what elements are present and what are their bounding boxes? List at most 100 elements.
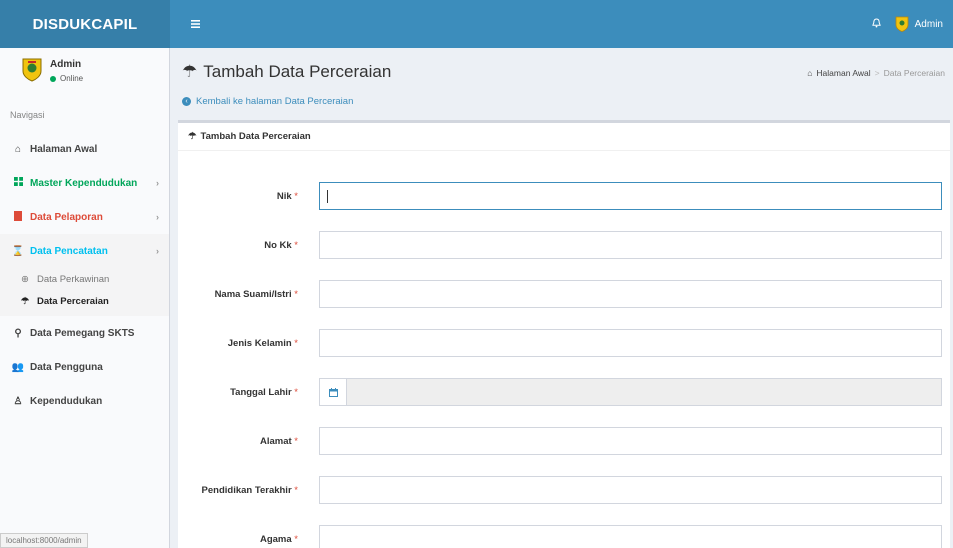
umbrella-icon: ☂ [20, 295, 30, 307]
logo-text: DISDUKCAPIL [32, 15, 138, 33]
sidebar-item-label: Data Pemegang SKTS [30, 327, 135, 339]
sidebar-item-label: Data Pencatatan [30, 245, 108, 257]
app-logo[interactable]: DISDUKCAPIL [0, 0, 170, 48]
field-label-text: Agama [259, 533, 292, 545]
hamburger-icon [190, 20, 200, 28]
hourglass-icon: ⌛ [11, 245, 25, 257]
chevron-right-icon: › [156, 212, 159, 222]
sidebar-item-label: Kependudukan [30, 395, 103, 407]
nama-suami-istri-input[interactable] [319, 280, 942, 308]
required-mark: * [294, 239, 298, 251]
field-label: Alamat * [178, 436, 308, 447]
circle-plus-icon: ⊕ [21, 273, 29, 285]
sidebar: Admin Online Navigasi ⌂ Halaman Awal Mas… [0, 48, 170, 548]
sidebar-item-label: Data Pelaporan [30, 211, 103, 223]
form-row-agama: Agama * [178, 524, 950, 548]
breadcrumb-home-link[interactable]: Halaman Awal [816, 68, 870, 78]
pendidikan-terakhir-input[interactable] [319, 476, 942, 504]
user-avatar-emblem-icon [895, 16, 909, 32]
sidebar-subitem-label: Data Perkawinan [37, 273, 110, 285]
page-title-text: Tambah Data Perceraian [203, 62, 392, 81]
field-label: Jenis Kelamin * [178, 338, 308, 349]
field-label-text: Nik [276, 190, 292, 202]
required-mark: * [294, 386, 298, 398]
field-label-text: Nama Suami/Istri [214, 288, 292, 300]
field-label: Pendidikan Terakhir * [178, 485, 308, 496]
breadcrumb-separator: > [874, 68, 880, 78]
breadcrumb-current: Data Perceraian [883, 68, 945, 78]
form-box-title: Tambah Data Perceraian [200, 131, 311, 142]
form-row-tanggal-lahir: Tanggal Lahir * [178, 377, 950, 407]
sidebar-item-halaman-awal[interactable]: ⌂ Halaman Awal [0, 132, 169, 166]
field-label: Tanggal Lahir * [178, 387, 308, 398]
form-box: ☂ Tambah Data Perceraian Nik * No Kk * N… [178, 120, 950, 548]
back-link-text: Kembali ke halaman Data Perceraian [196, 96, 354, 107]
required-mark: * [294, 533, 298, 545]
form-row-no-kk: No Kk * [178, 230, 950, 260]
field-label-text: No Kk [264, 239, 292, 251]
tanggal-lahir-datepicker [319, 378, 942, 406]
field-label: Nik * [178, 191, 308, 202]
form-row-alamat: Alamat * [178, 426, 950, 456]
browser-status-url: localhost:8000/admin [0, 533, 88, 548]
sidebar-item-data-pengguna[interactable]: 👥 Data Pengguna [0, 350, 169, 384]
agama-input[interactable] [319, 525, 942, 548]
online-dot-icon [50, 75, 56, 82]
form-row-nik: Nik * [178, 181, 950, 211]
alamat-input[interactable] [319, 427, 942, 455]
submenu-data-pencatatan: ⊕ Data Perkawinan ☂ Data Perceraian [0, 268, 169, 316]
user-name-top: Admin [914, 18, 943, 30]
status-text: Online [60, 74, 84, 83]
home-icon: ⌂ [14, 143, 22, 155]
field-label-text: Tanggal Lahir [230, 386, 292, 398]
text-caret [327, 190, 328, 203]
umbrella-icon: ☂ [182, 62, 198, 81]
sidebar-toggle-button[interactable] [180, 0, 210, 48]
sidebar-item-data-pencatatan[interactable]: ⌛ Data Pencatatan › [0, 234, 169, 268]
form-row-jenis-kelamin: Jenis Kelamin * [178, 328, 950, 358]
sidebar-item-data-pelaporan[interactable]: Data Pelaporan › [0, 200, 169, 234]
nav-header: Navigasi [10, 110, 45, 120]
field-label-text: Jenis Kelamin [227, 337, 292, 349]
field-label: Nama Suami/Istri * [178, 289, 308, 300]
sidebar-item-data-pemegang-skts[interactable]: ⚲ Data Pemegang SKTS [0, 316, 169, 350]
form-row-pendidikan-terakhir: Pendidikan Terakhir * [178, 475, 950, 505]
user-icon: ♙ [13, 395, 23, 407]
online-status: Online [50, 74, 83, 83]
top-navbar: Admin [170, 0, 953, 48]
grid-icon [10, 177, 26, 189]
no-kk-input[interactable] [319, 231, 942, 259]
required-mark: * [294, 337, 298, 349]
field-label: No Kk * [178, 240, 308, 251]
jenis-kelamin-input[interactable] [319, 329, 942, 357]
nik-input[interactable] [319, 182, 942, 210]
sidebar-subitem-label: Data Perceraian [37, 295, 109, 307]
chevron-right-icon: › [156, 178, 159, 188]
notification-bell-icon[interactable] [871, 17, 881, 31]
required-mark: * [294, 484, 298, 496]
sidebar-item-label: Halaman Awal [30, 143, 98, 155]
user-panel: Admin Online [0, 48, 169, 100]
required-mark: * [294, 190, 298, 202]
sidebar-subitem-data-perceraian[interactable]: ☂ Data Perceraian [0, 290, 169, 312]
book-icon [10, 210, 26, 224]
field-label-text: Alamat [259, 435, 292, 447]
search-icon: ⚲ [14, 327, 22, 339]
sidebar-item-kependudukan[interactable]: ♙ Kependudukan [0, 384, 169, 418]
chevron-down-icon: › [156, 246, 159, 256]
breadcrumb: ⌂ Halaman Awal > Data Perceraian [807, 68, 945, 78]
home-icon: ⌂ [807, 68, 813, 78]
calendar-icon[interactable] [319, 378, 347, 406]
field-label-text: Pendidikan Terakhir [201, 484, 292, 496]
tanggal-lahir-input[interactable] [347, 378, 942, 406]
sidebar-item-master-kependudukan[interactable]: Master Kependudukan › [0, 166, 169, 200]
field-label: Agama * [178, 534, 308, 545]
page-title: ☂ Tambah Data Perceraian [182, 62, 391, 82]
umbrella-icon: ☂ [188, 131, 197, 142]
sidebar-subitem-data-perkawinan[interactable]: ⊕ Data Perkawinan [0, 268, 169, 290]
sidebar-user-name: Admin [50, 59, 82, 70]
back-link[interactable]: ‹ Kembali ke halaman Data Perceraian [182, 96, 353, 107]
required-mark: * [294, 435, 298, 447]
user-menu[interactable]: Admin [895, 16, 943, 32]
required-mark: * [294, 288, 298, 300]
